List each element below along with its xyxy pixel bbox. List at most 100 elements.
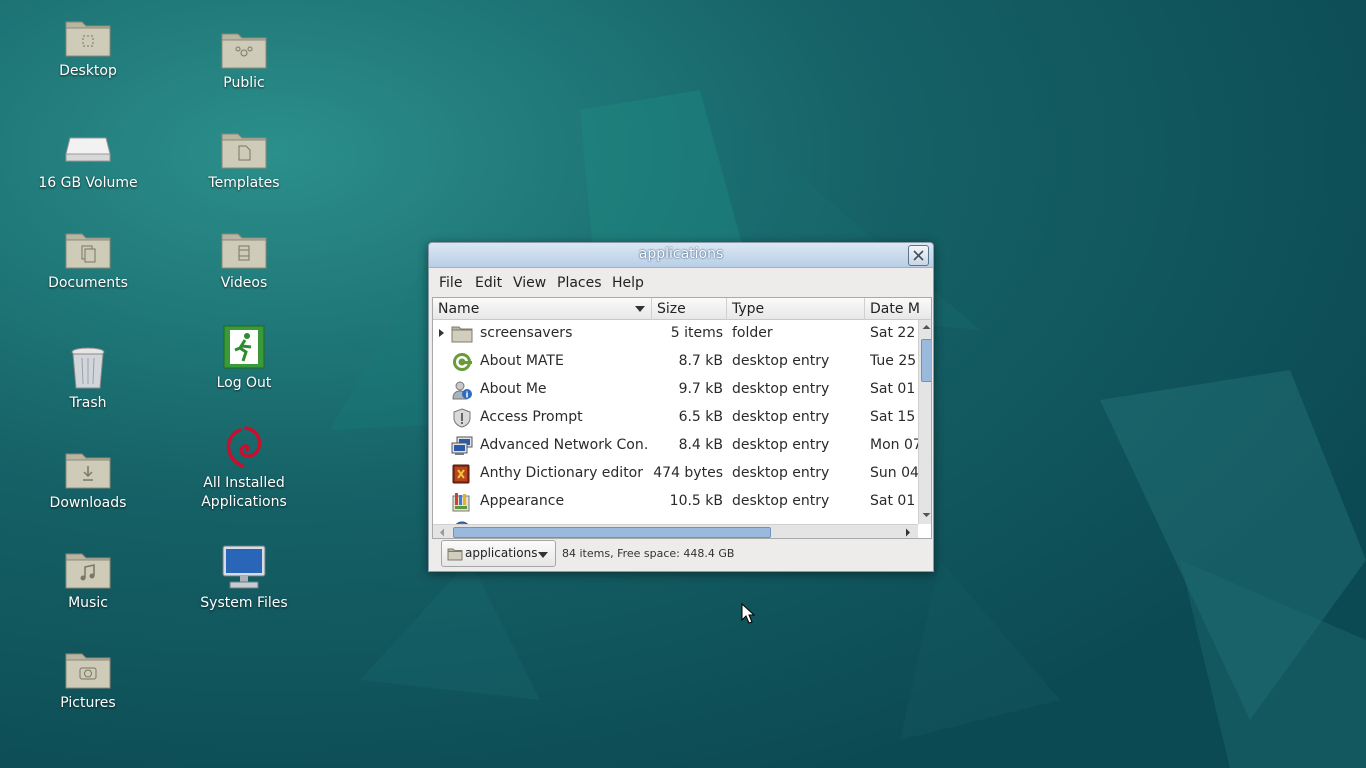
column-headers: Name Size Type Date M <box>433 298 931 320</box>
file-date: Mon 07 <box>870 437 920 453</box>
desktop-icon-all-applications[interactable]: All Installed Applications <box>184 424 304 512</box>
list-item[interactable]: Access Prompt 6.5 kB desktop entry Sat 1… <box>433 404 920 432</box>
file-size: 474 bytes <box>653 465 723 481</box>
desktop-icon-label: Desktop <box>59 63 117 79</box>
shield-icon <box>453 408 471 428</box>
column-header-date[interactable]: Date M <box>865 298 931 320</box>
debian-swirl-icon <box>226 426 262 468</box>
vertical-scrollbar[interactable] <box>918 320 932 524</box>
file-name: About MATE <box>480 353 564 369</box>
folder-icon <box>447 548 463 561</box>
folder-desktop-icon <box>65 21 111 57</box>
close-icon <box>913 250 924 261</box>
menu-file[interactable]: File <box>439 275 462 291</box>
file-type: desktop entry <box>732 381 830 397</box>
desktop-icon-documents[interactable]: Documents <box>28 224 148 293</box>
file-size: 8.7 kB <box>678 353 723 369</box>
folder-videos-icon <box>221 233 267 269</box>
list-item[interactable]: Advanced Network Con… 8.4 kB desktop ent… <box>433 432 920 460</box>
list-item-partial[interactable] <box>433 516 918 524</box>
window-title: applications <box>638 246 724 262</box>
desktop-icon-label: Public <box>223 75 265 91</box>
location-dropdown[interactable]: applications <box>441 540 556 567</box>
column-header-name[interactable]: Name <box>433 298 652 320</box>
desktop-icon-downloads[interactable]: Downloads <box>28 444 148 513</box>
desktop-icon-label: Music <box>68 595 108 611</box>
window-titlebar[interactable]: applications <box>429 243 933 268</box>
file-type: desktop entry <box>732 437 830 453</box>
chevron-down-icon <box>538 552 548 558</box>
desktop-icon-label: 16 GB Volume <box>38 175 138 191</box>
desktop-icon-music[interactable]: Music <box>28 544 148 613</box>
scroll-up-arrow-icon[interactable] <box>919 320 932 334</box>
user-info-icon: i <box>452 381 472 400</box>
scroll-right-arrow-icon[interactable] <box>901 525 915 539</box>
file-name: Anthy Dictionary editor <box>480 465 644 481</box>
trash-icon <box>71 347 105 389</box>
location-label: applications <box>465 546 538 560</box>
folder-documents-icon <box>65 233 111 269</box>
file-manager-window[interactable]: applications File Edit View Places Help … <box>428 242 934 572</box>
menu-edit[interactable]: Edit <box>475 275 502 291</box>
file-name: Appearance <box>480 493 565 509</box>
file-size: 10.5 kB <box>669 493 723 509</box>
folder-icon <box>451 326 473 343</box>
computer-icon <box>222 545 266 589</box>
file-type: desktop entry <box>732 493 830 509</box>
folder-downloads-icon <box>65 453 111 489</box>
list-item[interactable]: screensavers 5 items folder Sat 22 <box>433 320 918 348</box>
file-date: Tue 25 <box>870 353 917 369</box>
menu-bar: File Edit View Places Help <box>429 269 933 297</box>
logout-icon <box>223 325 265 369</box>
vertical-scroll-thumb[interactable] <box>921 339 931 382</box>
list-item[interactable]: i About Me 9.7 kB desktop entry Sat 01 J <box>433 376 920 404</box>
desktop-icon-templates[interactable]: Templates <box>184 124 304 193</box>
desktop-icon-label: Downloads <box>49 495 127 511</box>
desktop-icon-label: Pictures <box>60 695 116 711</box>
desktop-icon-label: System Files <box>200 595 288 611</box>
file-list[interactable]: Name Size Type Date M screensavers 5 ite… <box>432 297 932 539</box>
expander-arrow-icon[interactable] <box>439 329 444 337</box>
folder-music-icon <box>65 553 111 589</box>
mouse-cursor-icon <box>741 603 755 624</box>
file-date: Sat 15 C <box>870 409 920 425</box>
horizontal-scroll-thumb[interactable] <box>453 527 771 538</box>
desktop-icon-videos[interactable]: Videos <box>184 224 304 293</box>
menu-places[interactable]: Places <box>557 275 602 291</box>
sort-descending-icon <box>635 306 645 312</box>
file-name: Access Prompt <box>480 409 583 425</box>
mate-logo-icon <box>453 353 472 371</box>
column-header-size[interactable]: Size <box>652 298 727 320</box>
list-item[interactable]: Anthy Dictionary editor 474 bytes deskto… <box>433 460 919 488</box>
file-name: Advanced Network Con… <box>480 437 648 453</box>
file-type: desktop entry <box>732 353 830 369</box>
list-item[interactable]: About MATE 8.7 kB desktop entry Tue 25 <box>433 348 918 376</box>
menu-help[interactable]: Help <box>612 275 644 291</box>
scroll-left-arrow-icon[interactable] <box>435 525 449 539</box>
svg-text:i: i <box>466 391 469 400</box>
file-size: 5 items <box>670 325 723 341</box>
list-item[interactable]: Appearance 10.5 kB desktop entry Sat 01 … <box>433 488 920 516</box>
horizontal-scrollbar[interactable] <box>433 524 918 539</box>
desktop-icon-pictures[interactable]: Pictures <box>28 644 148 713</box>
column-header-type[interactable]: Type <box>727 298 865 320</box>
drive-icon <box>65 137 111 162</box>
file-name: screensavers <box>480 325 573 341</box>
desktop-icon-logout[interactable]: Log Out <box>184 324 304 393</box>
file-type: desktop entry <box>732 409 830 425</box>
appearance-icon <box>452 493 470 512</box>
scroll-down-arrow-icon[interactable] <box>919 508 932 522</box>
desktop-icon-system-files[interactable]: System Files <box>184 544 304 613</box>
desktop-icon-label: Log Out <box>216 375 272 391</box>
network-icon <box>451 436 473 455</box>
file-type: folder <box>732 325 773 341</box>
status-text: 84 items, Free space: 448.4 GB <box>562 547 735 560</box>
desktop-icon-label: Videos <box>220 275 268 291</box>
file-size: 6.5 kB <box>678 409 723 425</box>
menu-view[interactable]: View <box>513 275 546 291</box>
desktop-icon-volume[interactable]: 16 GB Volume <box>28 124 148 193</box>
desktop-icon-public[interactable]: Public <box>184 24 304 93</box>
close-button[interactable] <box>908 245 929 266</box>
desktop-icon-desktop[interactable]: Desktop <box>28 12 148 81</box>
desktop-icon-trash[interactable]: Trash <box>28 344 148 413</box>
